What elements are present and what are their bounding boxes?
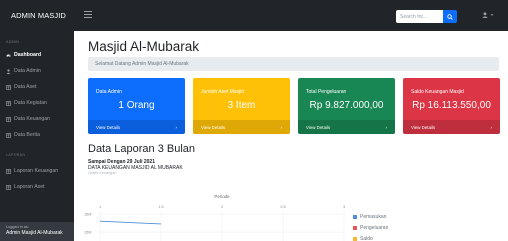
sidebar-item-label: Data Berita	[14, 132, 40, 138]
brand-logo[interactable]: ADMIN MASJID	[0, 0, 74, 31]
card-value: 3 Item	[227, 100, 256, 111]
x-tick-label: 3	[343, 205, 345, 209]
card-value: Rp 9.827.000,00	[309, 100, 384, 111]
view-details-label: View Details	[201, 124, 226, 130]
sidebar-item-dashboard[interactable]: Dashboard	[6, 52, 41, 58]
legend-label: Pemasukan	[360, 213, 387, 220]
legend-label: Pengeluaran	[360, 224, 389, 231]
x-tick-label: 2.5	[280, 205, 285, 209]
y-tick-label: 16M	[84, 212, 91, 216]
sidebar-heading-admin: Admin	[6, 40, 20, 44]
sidebar-item-label: Data Admin	[14, 68, 41, 74]
card-saldo-keuangan: Saldo Keuangan Masjid Rp 16.113.550,00 V…	[403, 78, 500, 134]
chevron-right-icon: ›	[385, 124, 387, 130]
main-content: Masjid Al-Mubarak Selamat Datang Admin M…	[74, 31, 508, 241]
view-details-label: View Details	[306, 124, 331, 130]
search-form	[396, 10, 457, 23]
search-icon	[447, 13, 453, 20]
x-tick-label: 1	[99, 205, 101, 209]
sidebar-footer: Logged in as: Admin Masjid Al-Mubarak	[0, 222, 74, 241]
sidebar-toggle-icon[interactable]	[84, 11, 92, 19]
table-icon	[6, 168, 11, 174]
table-icon	[6, 84, 11, 90]
x-tick-label: 1.5	[158, 205, 163, 209]
table-icon	[6, 132, 11, 138]
x-axis-title: Periode	[214, 194, 230, 199]
sidebar-heading-laporan: Laporan	[6, 153, 26, 157]
sidebar-item-laporan-aset[interactable]: Laporan Aset	[6, 184, 45, 190]
search-input[interactable]	[396, 10, 443, 23]
sidebar-item-data-keuangan[interactable]: Data Keuangan	[6, 116, 50, 122]
table-icon	[6, 100, 11, 106]
chart-legend: Pemasukan Pengeluaran Saldo	[353, 211, 388, 241]
legend-item[interactable]: Pemasukan	[353, 211, 388, 222]
user-menu[interactable]	[482, 12, 494, 18]
page-title: Masjid Al-Mubarak	[88, 39, 200, 54]
finance-line-chart: Periode 1 1.5 2 2.5 3 16M 15M	[84, 194, 345, 241]
sidebar-item-data-aset[interactable]: Data Aset	[6, 84, 37, 90]
sidebar-item-data-berita[interactable]: Data Berita	[6, 132, 40, 138]
sidebar-item-laporan-keuangan[interactable]: Laporan Keuangan	[6, 168, 58, 174]
view-details-label: View Details	[411, 124, 436, 130]
view-details-link[interactable]: View Details ›	[298, 120, 395, 134]
card-label: Saldo Keuangan Masjid	[411, 89, 464, 95]
breadcrumb: Selamat Datang Admin Masjid Al-Mubarak	[88, 57, 499, 71]
card-label: Total Pengeluaran	[306, 89, 347, 95]
card-data-admin: Data Admin 1 Orang View Details ›	[88, 78, 185, 134]
legend-label: Saldo	[360, 235, 373, 241]
dashboard-icon	[6, 54, 11, 57]
sidebar-item-data-kegiatan[interactable]: Data Kegiatan	[6, 100, 47, 106]
user-icon	[482, 12, 488, 18]
legend-swatch	[353, 225, 357, 230]
sidebar-item-label: Laporan Aset	[14, 184, 45, 190]
sidebar: Admin Dashboard Data Admin Data Aset Dat…	[0, 31, 74, 241]
legend-swatch	[353, 214, 357, 219]
series-line-pemasukan	[99, 220, 162, 225]
y-tick-label: 15M	[84, 230, 91, 234]
user-icon	[6, 68, 11, 74]
sidebar-item-data-admin[interactable]: Data Admin	[6, 68, 41, 74]
search-button[interactable]	[443, 10, 457, 23]
logged-in-user: Admin Masjid Al-Mubarak	[6, 230, 63, 236]
card-label: Jumlah Aset Masjid	[201, 89, 245, 95]
sidebar-item-label: Data Kegiatan	[14, 100, 47, 106]
card-label: Data Admin	[96, 89, 122, 95]
logged-in-label: Logged in as:	[6, 225, 29, 229]
legend-swatch	[353, 236, 357, 241]
table-icon	[6, 184, 11, 190]
card-jumlah-aset: Jumlah Aset Masjid 3 Item View Details ›	[193, 78, 290, 134]
card-total-pengeluaran: Total Pengeluaran Rp 9.827.000,00 View D…	[298, 78, 395, 134]
card-value: Rp 16.113.550,00	[412, 100, 491, 111]
chevron-right-icon: ›	[280, 124, 282, 130]
chevron-right-icon: ›	[490, 124, 492, 130]
legend-item[interactable]: Saldo	[353, 233, 388, 241]
chevron-right-icon: ›	[175, 124, 177, 130]
card-value: 1 Orang	[118, 100, 155, 111]
view-details-link[interactable]: View Details ›	[193, 120, 290, 134]
top-navbar: ADMIN MASJID	[0, 0, 508, 31]
sidebar-item-label: Data Aset	[14, 84, 37, 90]
legend-item[interactable]: Pengeluaran	[353, 222, 388, 233]
report-source: Grafik Keuangan	[88, 171, 117, 175]
view-details-label: View Details	[96, 124, 121, 130]
sidebar-item-label: Dashboard	[14, 52, 42, 58]
caret-down-icon	[490, 14, 494, 16]
report-title: Data Laporan 3 Bulan	[88, 143, 196, 155]
view-details-link[interactable]: View Details ›	[403, 120, 500, 134]
view-details-link[interactable]: View Details ›	[88, 120, 185, 134]
sidebar-item-label: Data Keuangan	[14, 116, 51, 122]
table-icon	[6, 116, 11, 122]
sidebar-item-label: Laporan Keuangan	[14, 168, 59, 174]
x-tick-label: 2	[221, 205, 223, 209]
